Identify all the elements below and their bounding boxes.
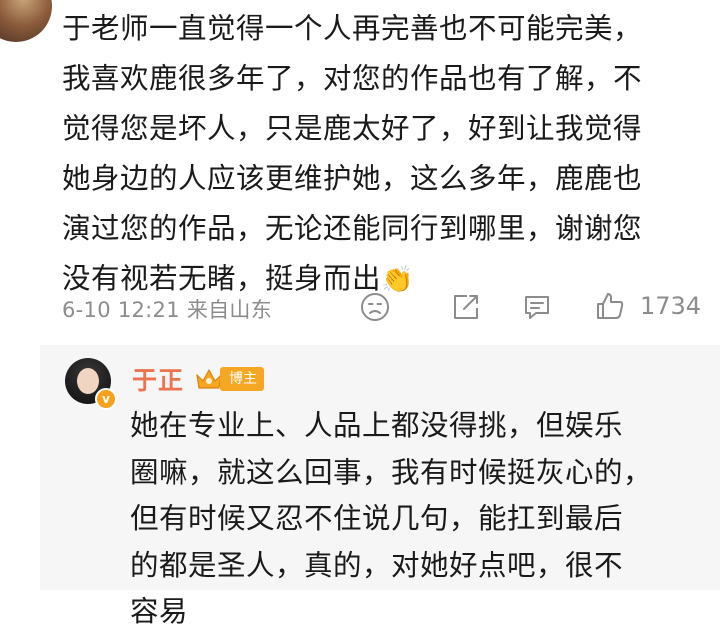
comment-timestamp: 6-10 12:21 来自山东 xyxy=(62,298,273,322)
like-count: 1734 xyxy=(640,292,702,320)
reply-line: 圈嘛，就这么回事，我有时候挺灰心的， xyxy=(130,455,653,489)
comment-line: 演过您的作品，无论还能同行到哪里，谢谢您 xyxy=(62,212,643,245)
reply-line: 但有时候又忍不住说几句，能扛到最后 xyxy=(130,502,624,535)
commenter-avatar[interactable] xyxy=(0,0,52,42)
comment-meta-row: 6-10 12:21 来自山东 1734 xyxy=(62,288,712,330)
comment-line: 觉得您是坏人，只是鹿太好了，好到让我觉得 xyxy=(62,112,643,145)
comment-line: 我喜欢鹿很多年了，对您的作品也有了解，不 xyxy=(62,62,643,95)
reply-block: v 于正 博主 她在专业上、人品上都没得挑，但娱乐 圈嘛，就这么回事，我有时候挺… xyxy=(40,345,720,628)
share-icon[interactable] xyxy=(451,292,481,322)
reply-text: 她在专业上、人品上都没得挑，但娱乐 圈嘛，就这么回事，我有时候挺灰心的， 但有时… xyxy=(130,403,710,636)
comment-line: 她身边的人应该更维护她，这么多年，鹿鹿也 xyxy=(62,162,643,195)
like-button[interactable]: 1734 xyxy=(594,290,701,322)
reply-line: 容易 xyxy=(130,595,189,628)
comment-line: 于老师一直觉得一个人再完善也不可能完美， xyxy=(62,12,643,45)
reply-username[interactable]: 于正 xyxy=(132,361,184,397)
comment-icon[interactable] xyxy=(522,292,552,322)
comment-text: 于老师一直觉得一个人再完善也不可能完美， 我喜欢鹿很多年了，对您的作品也有了解，… xyxy=(62,4,712,305)
host-badge: 博主 xyxy=(220,367,265,391)
verified-badge-icon: v xyxy=(95,388,117,410)
reply-header: 于正 博主 xyxy=(132,361,265,397)
reply-line: 她在专业上、人品上都没得挑，但娱乐 xyxy=(130,409,624,442)
thumbs-up-icon xyxy=(594,290,626,322)
sad-face-icon[interactable] xyxy=(360,292,390,322)
reply-line: 的都是圣人，真的，对她好点吧，很不 xyxy=(130,548,624,582)
